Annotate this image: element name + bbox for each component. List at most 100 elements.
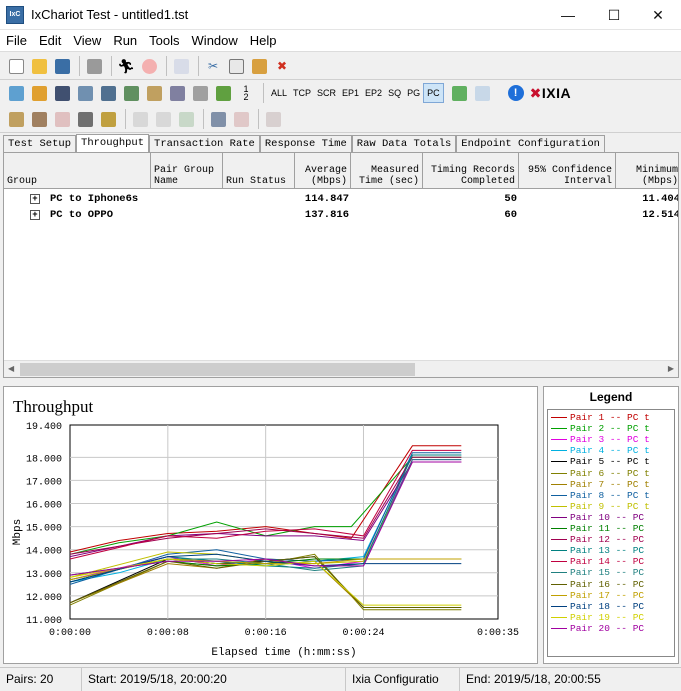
table-row[interactable]: + PC to OPPO 137.816 60 12.514 [4, 207, 678, 223]
filter-scr-button[interactable]: SCR [314, 83, 339, 103]
delete-icon[interactable]: ✖ [272, 56, 292, 76]
info-icon[interactable]: ! [507, 85, 524, 101]
network-icon[interactable] [75, 83, 95, 103]
horizontal-scrollbar[interactable]: ◀ ▶ [4, 360, 678, 377]
expand-icon[interactable]: + [30, 194, 40, 204]
maximize-button[interactable]: ☐ [591, 0, 637, 30]
col-run-status[interactable]: Run Status [223, 153, 295, 189]
menu-tools[interactable]: Tools [143, 33, 185, 48]
legend-item[interactable]: Pair 19 -- PC [551, 612, 644, 623]
legend-item[interactable]: Pair 7 -- PC t [551, 479, 650, 490]
legend-item[interactable]: Pair 8 -- PC t [551, 490, 650, 501]
menu-edit[interactable]: Edit [33, 33, 67, 48]
layout-c-icon[interactable] [176, 109, 196, 129]
table-row[interactable]: + PC to Iphone6s 114.847 50 11.404 [4, 191, 678, 207]
tab-transaction-rate[interactable]: Transaction Rate [149, 135, 260, 153]
scroll-left-icon[interactable]: ◀ [8, 364, 14, 373]
menu-bar: File Edit View Run Tools Window Help [0, 30, 681, 52]
legend-item[interactable]: Pair 17 -- PC [551, 590, 644, 601]
legend-item[interactable]: Pair 14 -- PC [551, 556, 644, 567]
legend-item[interactable]: Pair 16 -- PC [551, 579, 644, 590]
tab-endpoint-configuration[interactable]: Endpoint Configuration [456, 135, 605, 153]
app-group-icon[interactable] [167, 83, 187, 103]
legend-item[interactable]: Pair 2 -- PC t [551, 423, 650, 434]
menu-file[interactable]: File [0, 33, 33, 48]
col-confidence-interval[interactable]: 95% Confidence Interval [519, 153, 616, 189]
tab-throughput[interactable]: Throughput [76, 134, 150, 153]
filter-tcp-button[interactable]: TCP [290, 83, 314, 103]
legend-item[interactable]: Pair 6 -- PC t [551, 468, 650, 479]
pin-add-icon[interactable] [29, 109, 49, 129]
legend-item[interactable]: Pair 1 -- PC t [551, 412, 650, 423]
add-multicast-icon[interactable] [29, 83, 49, 103]
filter-sq-button[interactable]: SQ [385, 83, 404, 103]
split-remove-icon[interactable] [231, 109, 251, 129]
legend-item[interactable]: Pair 18 -- PC [551, 601, 644, 612]
menu-window[interactable]: Window [186, 33, 244, 48]
new-file-icon[interactable] [6, 56, 26, 76]
channel-icon[interactable] [213, 83, 233, 103]
cut-icon[interactable]: ✂ [203, 56, 223, 76]
sort-12-icon[interactable]: 12 [236, 83, 256, 103]
hardware-pair-icon[interactable] [190, 83, 210, 103]
split-icon[interactable] [208, 109, 228, 129]
col-minimum[interactable]: Minimum (Mbps) [616, 153, 678, 189]
scroll-right-icon[interactable]: ▶ [668, 364, 674, 373]
menu-help[interactable]: Help [244, 33, 283, 48]
filter-all-button[interactable]: ALL [268, 83, 290, 103]
filter-ep1-button[interactable]: EP1 [339, 83, 362, 103]
layout-a-icon[interactable] [130, 109, 150, 129]
legend-item[interactable]: Pair 20 -- PC [551, 623, 644, 634]
save-icon[interactable] [52, 56, 72, 76]
edit-pair-icon[interactable] [52, 83, 72, 103]
legend-item[interactable]: Pair 13 -- PC [551, 545, 644, 556]
print-icon[interactable] [84, 56, 104, 76]
pen-icon[interactable] [98, 109, 118, 129]
open-folder-icon[interactable] [29, 56, 49, 76]
legend-item[interactable]: Pair 5 -- PC t [551, 456, 650, 467]
tab-response-time[interactable]: Response Time [259, 135, 352, 153]
col-group[interactable]: Group [4, 153, 151, 189]
tab-test-setup[interactable]: Test Setup [3, 135, 77, 153]
report-icon[interactable] [473, 83, 493, 103]
tab-raw-data-totals[interactable]: Raw Data Totals [351, 135, 457, 153]
copy-icon[interactable] [226, 56, 246, 76]
legend-item[interactable]: Pair 10 -- PC [551, 512, 644, 523]
expand-icon[interactable]: + [30, 210, 40, 220]
menu-run[interactable]: Run [107, 33, 143, 48]
wand-icon[interactable] [75, 109, 95, 129]
minimize-button[interactable]: — [545, 0, 591, 30]
pin-remove-icon[interactable] [52, 109, 72, 129]
legend-item[interactable]: Pair 12 -- PC [551, 534, 644, 545]
y-tick-label: 12.000 [26, 593, 62, 604]
results-icon[interactable] [171, 56, 191, 76]
legend-item[interactable]: Pair 4 -- PC t [551, 445, 650, 456]
close-button[interactable]: ✕ [635, 0, 681, 30]
stop-icon[interactable] [139, 56, 159, 76]
col-average[interactable]: Average (Mbps) [295, 153, 351, 189]
add-pair-icon[interactable] [6, 83, 26, 103]
filter-pg-button[interactable]: PG [404, 83, 423, 103]
layout-b-icon[interactable] [153, 109, 173, 129]
legend-item[interactable]: Pair 11 -- PC [551, 523, 644, 534]
status-start: Start: 2019/5/18, 20:00:20 [82, 667, 346, 691]
filter-ep2-button[interactable]: EP2 [362, 83, 385, 103]
legend-item[interactable]: Pair 9 -- PC t [551, 501, 650, 512]
col-timing-records[interactable]: Timing Records Completed [423, 153, 519, 189]
export-icon[interactable] [450, 83, 470, 103]
paste-icon[interactable] [249, 56, 269, 76]
x-tick-label: 0:00:16 [245, 628, 287, 639]
voip-pair-icon[interactable] [121, 83, 141, 103]
pin-icon[interactable] [6, 109, 26, 129]
col-pair-group-name[interactable]: Pair Group Name [151, 153, 223, 189]
filter-pc-button[interactable]: PC [423, 83, 444, 103]
legend-item[interactable]: Pair 3 -- PC t [551, 434, 650, 445]
scroll-thumb[interactable] [20, 363, 415, 376]
run-icon[interactable]: 🏃︎ [116, 56, 136, 76]
col-measured-time[interactable]: Measured Time (sec) [351, 153, 423, 189]
menu-view[interactable]: View [67, 33, 107, 48]
grid-icon[interactable] [263, 109, 283, 129]
script-edit-icon[interactable] [144, 83, 164, 103]
legend-item[interactable]: Pair 15 -- PC [551, 567, 644, 578]
video-pair-icon[interactable] [98, 83, 118, 103]
